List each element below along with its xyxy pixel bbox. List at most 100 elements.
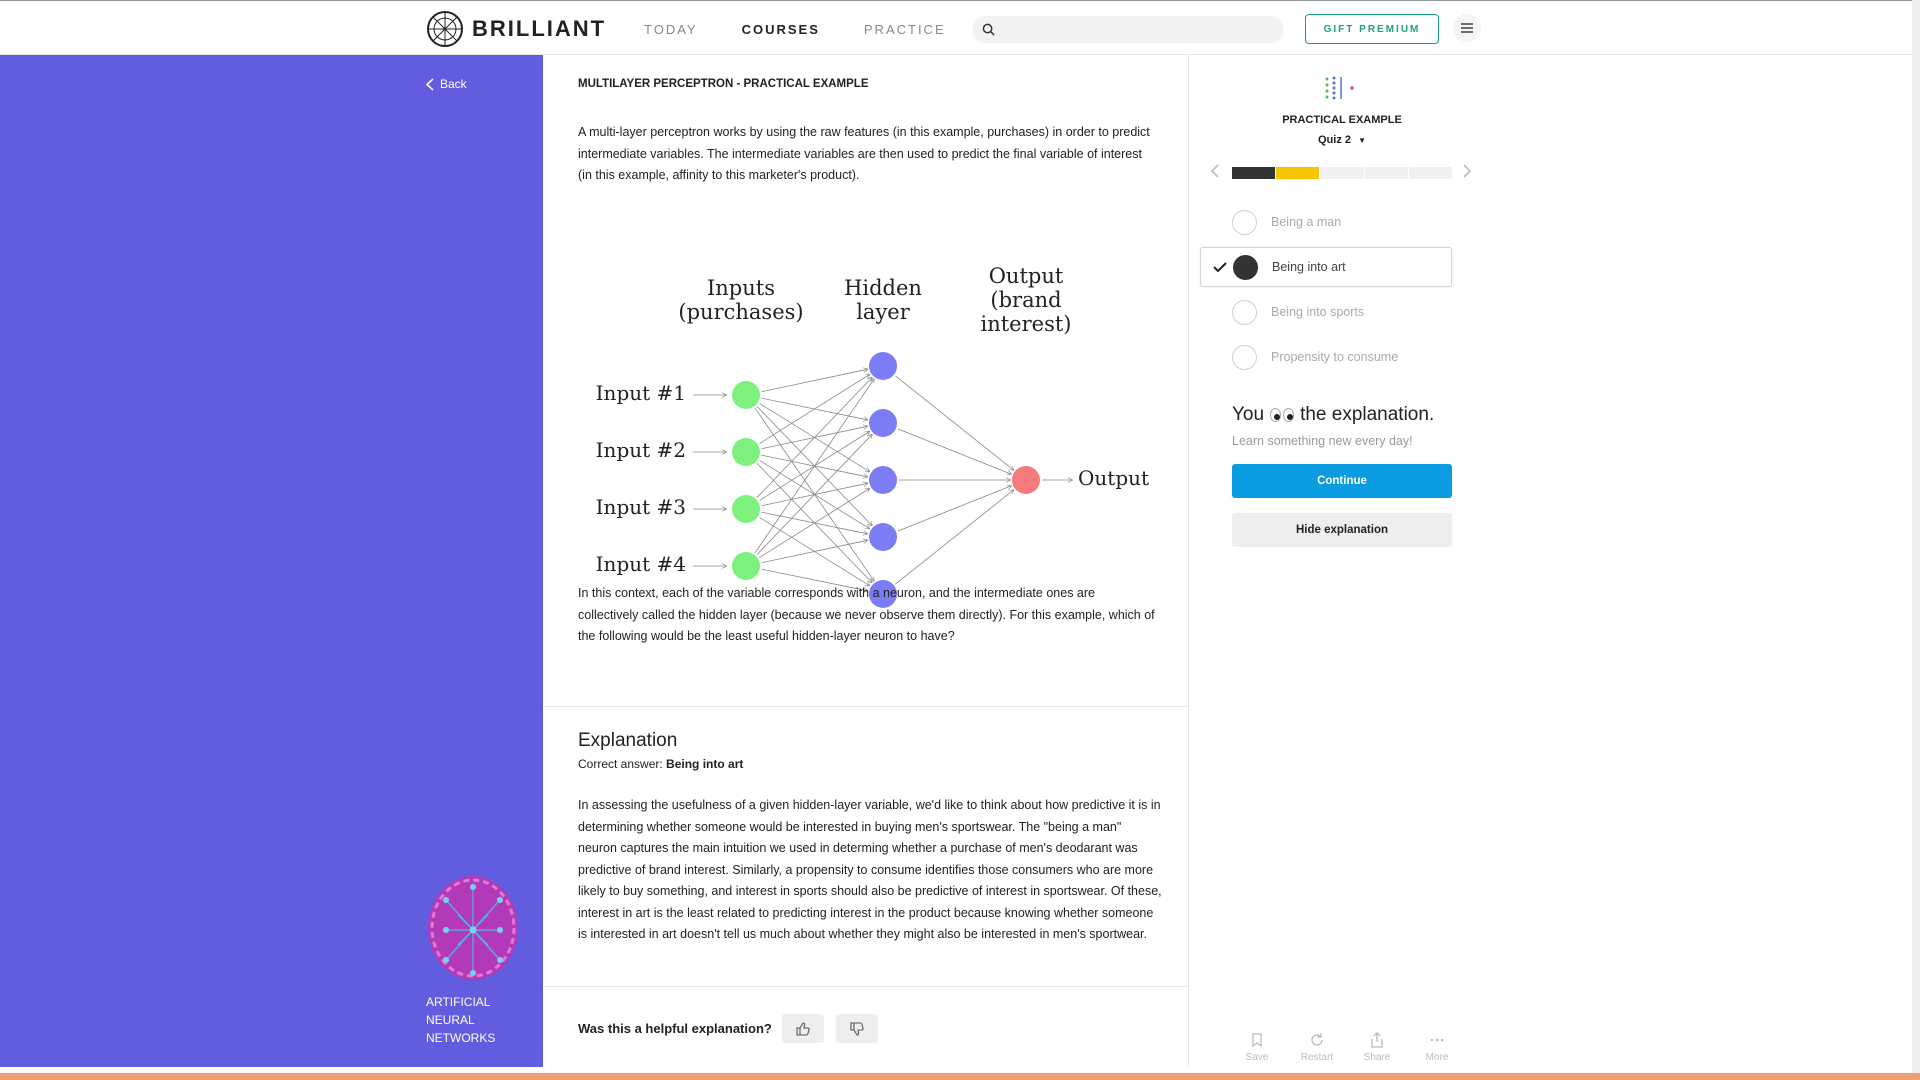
save-label: Save [1245,1052,1269,1063]
share-icon [1371,1032,1383,1048]
radio-button[interactable] [1233,254,1258,280]
prev-arrow-icon[interactable] [1210,163,1220,179]
answer-option-label: Propensity to consume [1271,350,1399,364]
input-neuron [732,552,760,580]
hidden-neuron [869,523,897,551]
nav-practice[interactable]: PRACTICE [864,22,946,37]
input-label-2: Input #2 [596,438,686,462]
thumbs-up-button[interactable] [781,1014,824,1043]
progress-segment [1320,167,1364,179]
hidden-output-edge [897,486,1011,532]
output-heading-line1: Output [989,264,1064,288]
gift-premium-button[interactable]: GIFT PREMIUM [1305,14,1439,44]
more-label: More [1425,1052,1449,1063]
hidden-heading-line1: Hidden [844,276,922,300]
quiz-selector-label: Quiz 2 [1318,134,1352,146]
search-input[interactable] [972,16,1284,43]
page: BRILLIANT TODAY COURSES PRACTICE GIFT PR… [0,0,1920,1080]
correct-answer-line: Correct answer: Being into art [578,757,743,771]
main-nav: TODAY COURSES PRACTICE [644,22,990,37]
quiz-title: PRACTICAL EXAMPLE [1282,114,1402,126]
thumbs-down-icon [850,1021,864,1036]
input-neuron [732,438,760,466]
top-header: BRILLIANT TODAY COURSES PRACTICE GIFT PR… [0,0,1920,55]
answer-option[interactable]: Being a man [1232,202,1452,242]
quiz-progress-bar [1232,167,1453,179]
bottom-strip [0,1073,1920,1080]
continue-button[interactable]: Continue [1232,464,1452,498]
output-heading-line2: (brand [990,288,1061,312]
progress-segment [1276,167,1320,179]
nav-today[interactable]: TODAY [644,22,698,37]
input-hidden-edge [756,378,872,498]
restart-icon [1311,1033,1323,1046]
radio-button[interactable] [1232,299,1257,325]
search-icon [982,23,995,36]
answer-option[interactable]: Propensity to consume [1232,337,1452,377]
scrollbar[interactable] [1912,0,1920,1080]
explanation-prompt-post: the explanation. [1300,404,1435,425]
inputs-heading-line1: Inputs [707,276,775,300]
brain-network-icon [428,876,518,980]
hidden-output-edge [895,490,1014,585]
input-hidden-edge [759,489,870,558]
radio-button[interactable] [1232,209,1257,235]
back-link[interactable]: Back [426,77,467,91]
helpful-feedback: Was this a helpful explanation? [578,1014,890,1043]
quiz-panel: PRACTICAL EXAMPLE Quiz 2 ▼ Being a man B… [1190,55,1920,1067]
answer-option[interactable]: Being into sports [1232,292,1452,332]
restart-button[interactable]: Restart [1292,1032,1342,1063]
answer-option-label: Being into art [1272,260,1346,274]
hamburger-icon [1461,23,1473,33]
divider [543,706,1189,707]
explanation-prompt: You the explanation. [1232,404,1434,426]
menu-button[interactable] [1453,14,1481,42]
caret-down-icon: ▼ [1358,136,1366,145]
checkmark-icon [1213,262,1227,273]
explanation-subtitle: Learn something new every day! [1232,434,1413,448]
progress-segment [1232,167,1276,179]
progress-segment [1408,167,1453,179]
hidden-output-edge [897,428,1011,474]
input-hidden-edge [754,379,874,554]
input-neuron [732,495,760,523]
brilliant-logo[interactable]: BRILLIANT [426,10,606,48]
course-name[interactable]: ARTIFICIAL NEURAL NETWORKS [426,993,526,1047]
correct-answer-value: Being into art [666,757,744,771]
share-label: Share [1363,1052,1391,1063]
more-icon [1430,1038,1444,1042]
next-arrow-icon[interactable] [1462,163,1472,179]
mlp-diagram: Inputs (purchases) Hidden layer Output (… [596,264,1149,608]
explanation-prompt-pre: You [1232,404,1265,425]
hide-explanation-button[interactable]: Hide explanation [1232,513,1452,547]
more-button[interactable]: More [1412,1032,1462,1063]
divider [543,986,1189,987]
input-hidden-edge [761,540,868,564]
progress-segment [1364,167,1408,179]
eyes-icon [1270,408,1295,422]
output-heading-line3: interest) [981,312,1072,336]
input-label-3: Input #3 [596,495,686,519]
answer-option-selected[interactable]: Being into art [1200,247,1452,287]
hidden-neuron [869,409,897,437]
back-label: Back [440,77,467,91]
output-neuron [1012,466,1040,494]
bookmark-icon [1252,1033,1262,1048]
radio-button[interactable] [1232,344,1257,370]
explanation-title: Explanation [578,730,678,751]
nav-courses[interactable]: COURSES [742,22,820,37]
quiz-selector[interactable]: Quiz 2 ▼ [1190,134,1494,146]
output-label: Output [1078,466,1149,490]
input-label-4: Input #4 [596,552,686,576]
answer-option-label: Being a man [1271,215,1342,229]
quiz-toolbar: Save Restart Share More [1232,1032,1462,1063]
main-content: MULTILAYER PERCEPTRON - PRACTICAL EXAMPL… [543,55,1189,1067]
input-label-1: Input #1 [596,381,686,405]
brilliant-logo-icon [427,11,463,47]
hidden-neuron [869,352,897,380]
share-button[interactable]: Share [1352,1032,1402,1063]
save-button[interactable]: Save [1232,1032,1282,1063]
thumbs-down-button[interactable] [835,1014,878,1043]
answer-option-label: Being into sports [1271,305,1365,319]
correct-answer-prefix: Correct answer: [578,757,663,771]
